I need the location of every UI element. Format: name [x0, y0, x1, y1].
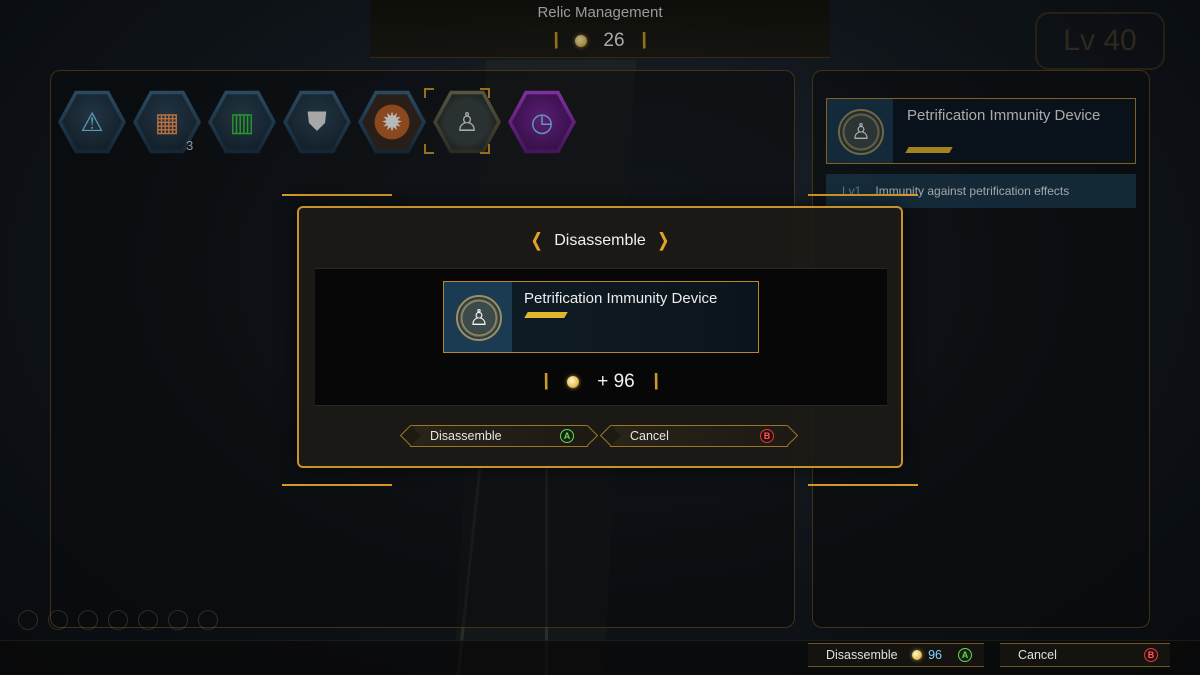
bottom-disassemble-label: Disassemble	[826, 648, 898, 662]
cancel-button-label: Cancel	[630, 429, 669, 443]
gain-display: \ + 96 \	[315, 369, 887, 395]
disassemble-button-label: Disassemble	[430, 429, 502, 443]
frame-decoration	[808, 484, 918, 486]
hud-icon	[168, 610, 188, 630]
hud-icon	[108, 610, 128, 630]
frame-decoration	[282, 484, 392, 486]
disassemble-dialog: ❬ Disassemble ❭ ♙ Petrification Immunity…	[297, 206, 903, 468]
disassemble-button[interactable]: Disassemble A	[410, 425, 588, 447]
cancel-button[interactable]: Cancel B	[610, 425, 788, 447]
gain-value: + 96	[597, 371, 635, 392]
petrification-figure-icon: ♙	[456, 295, 502, 341]
coin-icon	[912, 650, 923, 660]
chevron-right-icon: ❭	[655, 230, 671, 250]
dialog-title-text: Disassemble	[554, 231, 646, 249]
item-card: ♙ Petrification Immunity Device	[443, 281, 759, 353]
frame-decoration	[808, 194, 918, 196]
hud-icon	[48, 610, 68, 630]
b-button-icon: B	[760, 429, 774, 443]
a-button-icon: A	[560, 429, 574, 443]
frame-decoration	[282, 194, 392, 196]
hud-icon	[78, 610, 98, 630]
bottom-cancel-button[interactable]: Cancel B	[1000, 643, 1170, 667]
disassemble-gain: 96	[912, 648, 942, 662]
chevron-left-icon: ❬	[529, 230, 545, 250]
hud-icon	[138, 610, 158, 630]
slash-decoration: \	[540, 369, 552, 394]
coin-icon	[567, 376, 580, 388]
dialog-title: ❬ Disassemble ❭	[299, 230, 901, 251]
slash-decoration: \	[650, 369, 662, 394]
a-button-icon: A	[958, 648, 972, 662]
item-icon-frame: ♙	[450, 288, 508, 348]
hud-icons	[18, 610, 218, 630]
item-name: Petrification Immunity Device	[524, 290, 718, 307]
b-button-icon: B	[1144, 648, 1158, 662]
bottom-disassemble-button[interactable]: Disassemble 96 A	[808, 643, 984, 667]
hud-icon	[198, 610, 218, 630]
dialog-body: ♙ Petrification Immunity Device \ + 96 \	[315, 268, 887, 406]
disassemble-gain-value: 96	[928, 648, 942, 662]
hud-icon	[18, 610, 38, 630]
rarity-bar	[524, 312, 568, 318]
bottom-cancel-label: Cancel	[1018, 648, 1057, 662]
